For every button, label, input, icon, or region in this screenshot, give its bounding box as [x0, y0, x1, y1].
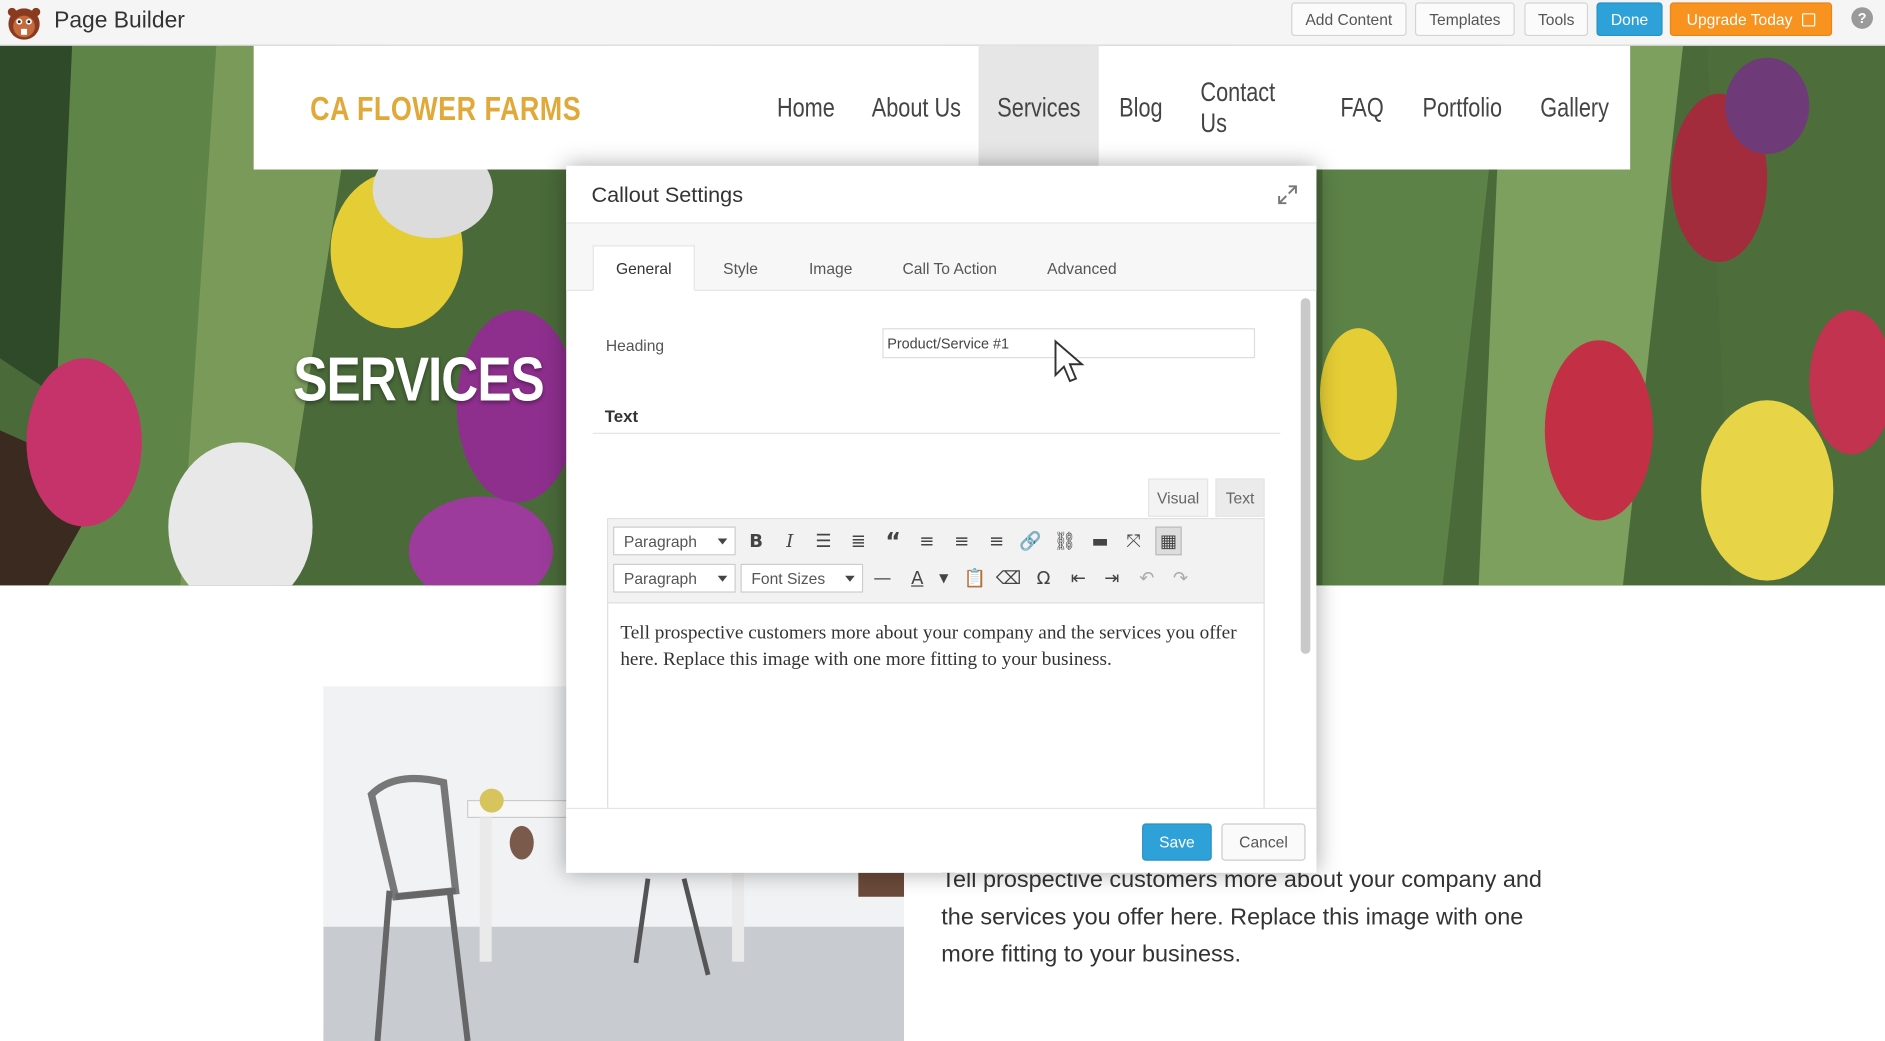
beaver-logo-icon — [7, 7, 41, 40]
read-more-icon[interactable]: ▬ — [1087, 527, 1113, 556]
external-link-icon — [1802, 12, 1816, 26]
align-left-icon[interactable]: ≡ — [914, 527, 940, 556]
editor-toolbar: Paragraph B I ☰ ≣ “ ≡ ≡ ≡ 🔗 ⛓ ▬ ⤧ ▦ Para… — [608, 519, 1264, 604]
tools-button[interactable]: Tools — [1524, 2, 1589, 37]
app-title: Page Builder — [54, 8, 185, 34]
nav-home[interactable]: Home — [765, 46, 847, 170]
add-content-button[interactable]: Add Content — [1291, 2, 1407, 37]
chevron-down-icon — [845, 575, 855, 582]
nav-faq[interactable]: FAQ — [1332, 46, 1392, 170]
nav-about-us[interactable]: About Us — [861, 46, 972, 170]
horizontal-line-icon[interactable]: — — [869, 564, 895, 593]
nav-gallery[interactable]: Gallery — [1530, 46, 1619, 170]
help-icon[interactable]: ? — [1851, 7, 1873, 29]
blockquote-icon[interactable]: “ — [880, 527, 906, 556]
italic-icon[interactable]: I — [777, 527, 803, 556]
chevron-down-icon — [717, 538, 728, 545]
fullscreen-icon[interactable]: ⤧ — [1120, 527, 1146, 556]
site-header: CA FLOWER FARMS Home About Us Services B… — [253, 45, 1631, 170]
outdent-icon[interactable]: ⇤ — [1065, 564, 1091, 593]
divider — [592, 432, 1281, 434]
upgrade-label: Upgrade Today — [1686, 10, 1793, 29]
clear-formatting-icon[interactable]: ⌫ — [995, 564, 1022, 593]
align-center-icon[interactable]: ≡ — [949, 527, 975, 556]
text-color-icon[interactable]: A — [904, 564, 930, 593]
mouse-pointer-icon — [1054, 339, 1085, 383]
rich-text-editor: Paragraph B I ☰ ≣ “ ≡ ≡ ≡ 🔗 ⛓ ▬ ⤧ ▦ Para… — [607, 518, 1265, 808]
page-builder-screen: Page Builder Add Content Templates Tools… — [0, 0, 1885, 1041]
heading-label: Heading — [605, 336, 665, 355]
link-icon[interactable]: 🔗 — [1017, 527, 1043, 556]
tab-style[interactable]: Style — [704, 245, 776, 291]
expand-icon[interactable] — [1276, 183, 1300, 207]
hero-title: SERVICES — [293, 344, 544, 415]
cancel-button[interactable]: Cancel — [1221, 823, 1306, 861]
editor-content[interactable]: Tell prospective customers more about yo… — [620, 620, 1251, 673]
site-logo[interactable]: CA FLOWER FARMS — [310, 90, 581, 128]
unlink-icon[interactable]: ⛓ — [1052, 527, 1078, 556]
templates-button[interactable]: Templates — [1414, 2, 1515, 37]
builder-toolbar: Page Builder Add Content Templates Tools… — [0, 0, 1885, 46]
tab-call-to-action[interactable]: Call To Action — [888, 245, 1011, 291]
modal-header: Callout Settings — [566, 165, 1317, 224]
tab-image[interactable]: Image — [795, 245, 867, 291]
nav-services[interactable]: Services — [978, 45, 1099, 170]
callout-settings-modal: Callout Settings General Style Image Cal… — [566, 165, 1317, 873]
visual-mode-tab[interactable]: Visual — [1148, 478, 1209, 517]
indent-icon[interactable]: ⇥ — [1099, 564, 1125, 593]
nav-blog[interactable]: Blog — [1107, 46, 1176, 170]
toolbar-toggle-icon[interactable]: ▦ — [1155, 526, 1182, 556]
tab-advanced[interactable]: Advanced — [1031, 245, 1132, 291]
done-button[interactable]: Done — [1596, 2, 1663, 37]
chevron-down-icon — [717, 575, 728, 582]
align-right-icon[interactable]: ≡ — [983, 527, 1009, 556]
upgrade-today-button[interactable]: Upgrade Today — [1669, 2, 1833, 37]
nav-portfolio[interactable]: Portfolio — [1408, 46, 1516, 170]
paste-text-icon[interactable]: 📋 — [962, 564, 988, 593]
modal-footer: Save Cancel — [566, 807, 1317, 873]
modal-scrollbar[interactable] — [1300, 298, 1311, 654]
paragraph-select[interactable]: Paragraph — [613, 563, 736, 593]
tab-general[interactable]: General — [592, 245, 695, 291]
bold-icon[interactable]: B — [743, 527, 769, 556]
font-sizes-select[interactable]: Font Sizes — [740, 563, 864, 593]
format-select[interactable]: Paragraph — [613, 526, 736, 556]
numbered-list-icon[interactable]: ≣ — [845, 527, 871, 556]
modal-title: Callout Settings — [591, 182, 744, 207]
save-button[interactable]: Save — [1142, 823, 1212, 861]
chevron-down-icon[interactable]: ▼ — [930, 564, 956, 593]
modal-body: Heading Text Visual Text Paragraph B I ☰… — [566, 291, 1316, 808]
special-character-icon[interactable]: Ω — [1030, 564, 1056, 593]
bullet-list-icon[interactable]: ☰ — [810, 527, 836, 556]
text-section-label: Text — [604, 406, 639, 426]
service-description: Tell prospective customers more about yo… — [941, 866, 1542, 968]
redo-icon[interactable]: ↷ — [1167, 564, 1193, 593]
modal-tabs: General Style Image Call To Action Advan… — [566, 223, 1317, 291]
undo-icon[interactable]: ↶ — [1134, 564, 1160, 593]
nav-contact-us[interactable]: Contact Us — [1189, 46, 1316, 170]
text-mode-tab[interactable]: Text — [1215, 478, 1265, 517]
